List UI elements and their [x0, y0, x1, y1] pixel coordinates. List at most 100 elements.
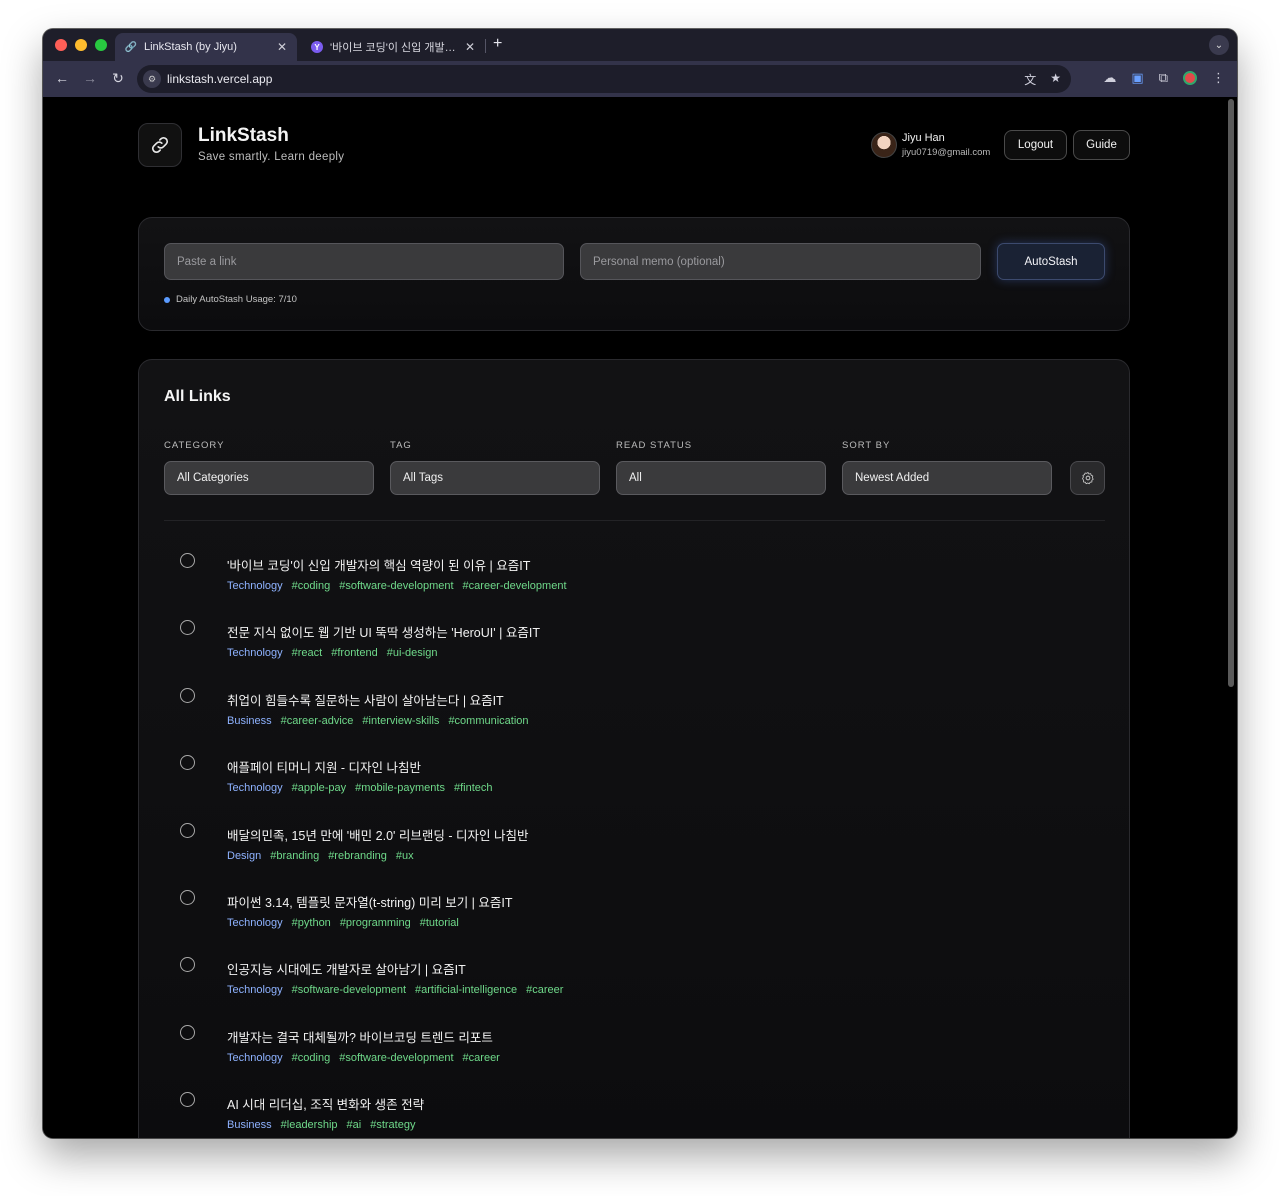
tag-chip[interactable]: #software-development [339, 1052, 453, 1064]
scrollbar[interactable] [1228, 99, 1234, 687]
category-label[interactable]: Technology [227, 782, 283, 794]
tag-chip[interactable]: #software-development [339, 580, 453, 592]
category-label[interactable]: Design [227, 850, 261, 862]
list-item[interactable]: 애플페이 티머니 지원 - 디자인 나침반 Technology #apple-pa… [164, 754, 1105, 821]
tag-chip[interactable]: #coding [292, 1052, 331, 1064]
close-window-button[interactable] [55, 39, 67, 51]
tag-chip[interactable]: #ui-design [387, 647, 438, 659]
category-label[interactable]: Technology [227, 1052, 283, 1064]
tag-chip[interactable]: #career-development [463, 580, 567, 592]
link-title[interactable]: AI 시대 리더십, 조직 변화와 생존 전략 [227, 1094, 424, 1113]
read-status-toggle[interactable] [180, 822, 195, 838]
link-title[interactable]: 취업이 힘들수록 질문하는 사람이 살아남는다 | 요즘IT [227, 690, 504, 709]
settings-button[interactable] [1070, 461, 1105, 495]
read-status-toggle[interactable] [180, 890, 195, 905]
tag-chip[interactable]: #programming [340, 917, 411, 929]
tag-chip[interactable]: #branding [270, 850, 319, 862]
tag-chip[interactable]: #mobile-payments [355, 782, 445, 794]
read-status-toggle[interactable] [180, 620, 195, 636]
extension-badge-icon[interactable]: ▣ [1131, 70, 1143, 86]
memo-input[interactable]: Personal memo (optional) [580, 243, 981, 280]
list-item[interactable]: 인공지능 시대에도 개발자로 살아남기 | 요즘IT Technology #sof… [164, 956, 1105, 1023]
extensions-puzzle-icon[interactable]: ⧉ [1159, 70, 1168, 86]
tag-chip[interactable]: #leadership [281, 1119, 338, 1131]
tag-chip[interactable]: #ux [396, 850, 414, 862]
link-title[interactable]: 애플페이 티머니 지원 - 디자인 나침반 [227, 757, 421, 776]
link-tags: Design #branding #rebranding #ux [227, 850, 423, 862]
read-status-select[interactable]: All [616, 461, 826, 495]
close-tab-icon[interactable]: ✕ [465, 40, 475, 54]
category-label[interactable]: Technology [227, 647, 283, 659]
close-tab-icon[interactable]: ✕ [277, 40, 287, 54]
new-tab-icon[interactable]: + [493, 35, 502, 53]
tab-separator [485, 39, 486, 53]
tag-chip[interactable]: #coding [292, 580, 331, 592]
tab-search-icon[interactable]: ⌄ [1209, 35, 1229, 55]
tag-chip[interactable]: #rebranding [328, 850, 387, 862]
list-item[interactable]: '바이브 코딩'이 신입 개발자의 핵심 역량이 된 이유 | 요즘IT Tech… [164, 552, 1105, 619]
tag-chip[interactable]: #artificial-intelligence [415, 984, 517, 996]
read-status-toggle[interactable] [180, 957, 195, 973]
tag-chip[interactable]: #career [463, 1052, 500, 1064]
tab-linkstash[interactable]: 🔗 LinkStash (by Jiyu) ✕ [115, 33, 297, 61]
maximize-window-button[interactable] [95, 39, 107, 51]
category-label[interactable]: Business [227, 715, 272, 727]
url-text[interactable]: linkstash.vercel.app [167, 72, 272, 86]
more-menu-icon[interactable]: ⋮ [1212, 70, 1225, 86]
list-item[interactable]: AI 시대 리더십, 조직 변화와 생존 전략 Business #leadersh… [164, 1091, 1105, 1138]
translate-icon[interactable]: 文 [1024, 71, 1036, 88]
tag-chip[interactable]: #career [526, 984, 563, 996]
read-status-toggle[interactable] [180, 1092, 195, 1108]
tag-chip[interactable]: #career-advice [281, 715, 354, 727]
tag-chip[interactable]: #apple-pay [292, 782, 346, 794]
guide-button[interactable]: Guide [1073, 130, 1130, 160]
read-status-toggle[interactable] [180, 755, 195, 771]
read-status-toggle[interactable] [180, 553, 195, 568]
tag-chip[interactable]: #communication [448, 715, 528, 727]
tag-chip[interactable]: #python [292, 917, 331, 929]
link-input[interactable]: Paste a link [164, 243, 564, 280]
cloud-icon[interactable]: ☁ [1103, 70, 1116, 86]
autostash-button[interactable]: AutoStash [997, 243, 1105, 280]
tag-chip[interactable]: #fintech [454, 782, 493, 794]
link-title[interactable]: 개발자는 결국 대체될까? 바이브코딩 트렌드 리포트 [227, 1027, 493, 1046]
tag-chip[interactable]: #tutorial [420, 917, 459, 929]
category-select[interactable]: All Categories [164, 461, 374, 495]
tag-chip[interactable]: #ai [347, 1119, 362, 1131]
logout-button[interactable]: Logout [1004, 130, 1067, 160]
list-item[interactable]: 전문 지식 없이도 웹 기반 UI 뚝딱 생성하는 'HeroUI' | 요즘I… [164, 619, 1105, 686]
link-title[interactable]: 배달의민족, 15년 만에 '배민 2.0' 리브랜딩 - 디자인 나침반 [227, 825, 528, 844]
minimize-window-button[interactable] [75, 39, 87, 51]
back-icon[interactable]: ← [53, 70, 71, 86]
tag-chip[interactable]: #interview-skills [362, 715, 439, 727]
profile-avatar-icon[interactable] [1183, 71, 1197, 85]
tag-select[interactable]: All Tags [390, 461, 600, 495]
link-title[interactable]: 전문 지식 없이도 웹 기반 UI 뚝딱 생성하는 'HeroUI' | 요즘I… [227, 622, 540, 641]
list-item[interactable]: 배달의민족, 15년 만에 '배민 2.0' 리브랜딩 - 디자인 나침반 Des… [164, 822, 1105, 889]
list-item[interactable]: 취업이 힘들수록 질문하는 사람이 살아남는다 | 요즘IT Business #c… [164, 687, 1105, 754]
list-item[interactable]: 파이썬 3.14, 템플릿 문자열(t-string) 미리 보기 | 요즘IT… [164, 889, 1105, 956]
usage-text: Daily AutoStash Usage: 7/10 [176, 294, 297, 305]
bookmark-star-icon[interactable]: ★ [1050, 71, 1061, 88]
link-title[interactable]: '바이브 코딩'이 신입 개발자의 핵심 역량이 된 이유 | 요즘IT [227, 555, 530, 574]
link-title[interactable]: 인공지능 시대에도 개발자로 살아남기 | 요즘IT [227, 959, 466, 978]
tag-chip[interactable]: #react [292, 647, 323, 659]
category-label[interactable]: Technology [227, 917, 283, 929]
tab-article[interactable]: Y '바이브 코딩'이 신입 개발자의 핵심 역량이 된 이유 | 요즘IT ✕ [301, 33, 485, 61]
list-item[interactable]: 개발자는 결국 대체될까? 바이브코딩 트렌드 리포트 Technology #co… [164, 1024, 1105, 1091]
tag-chip[interactable]: #software-development [292, 984, 406, 996]
read-status-toggle[interactable] [180, 1024, 195, 1040]
category-label[interactable]: Technology [227, 580, 283, 592]
category-label[interactable]: Business [227, 1119, 272, 1131]
category-label[interactable]: Technology [227, 984, 283, 996]
sort-select[interactable]: Newest Added [842, 461, 1052, 495]
link-title[interactable]: 파이썬 3.14, 템플릿 문자열(t-string) 미리 보기 | 요즘IT [227, 892, 513, 911]
site-info-icon[interactable]: ⚙ [143, 70, 161, 88]
reload-icon[interactable]: ↻ [109, 70, 127, 87]
forward-icon[interactable]: → [81, 70, 99, 86]
read-status-toggle[interactable] [180, 687, 195, 703]
tag-chip[interactable]: #strategy [370, 1119, 415, 1131]
tag-chip[interactable]: #frontend [331, 647, 377, 659]
address-bar[interactable]: ⚙ linkstash.vercel.app 文 ★ [137, 65, 1071, 93]
link-icon [151, 136, 169, 154]
